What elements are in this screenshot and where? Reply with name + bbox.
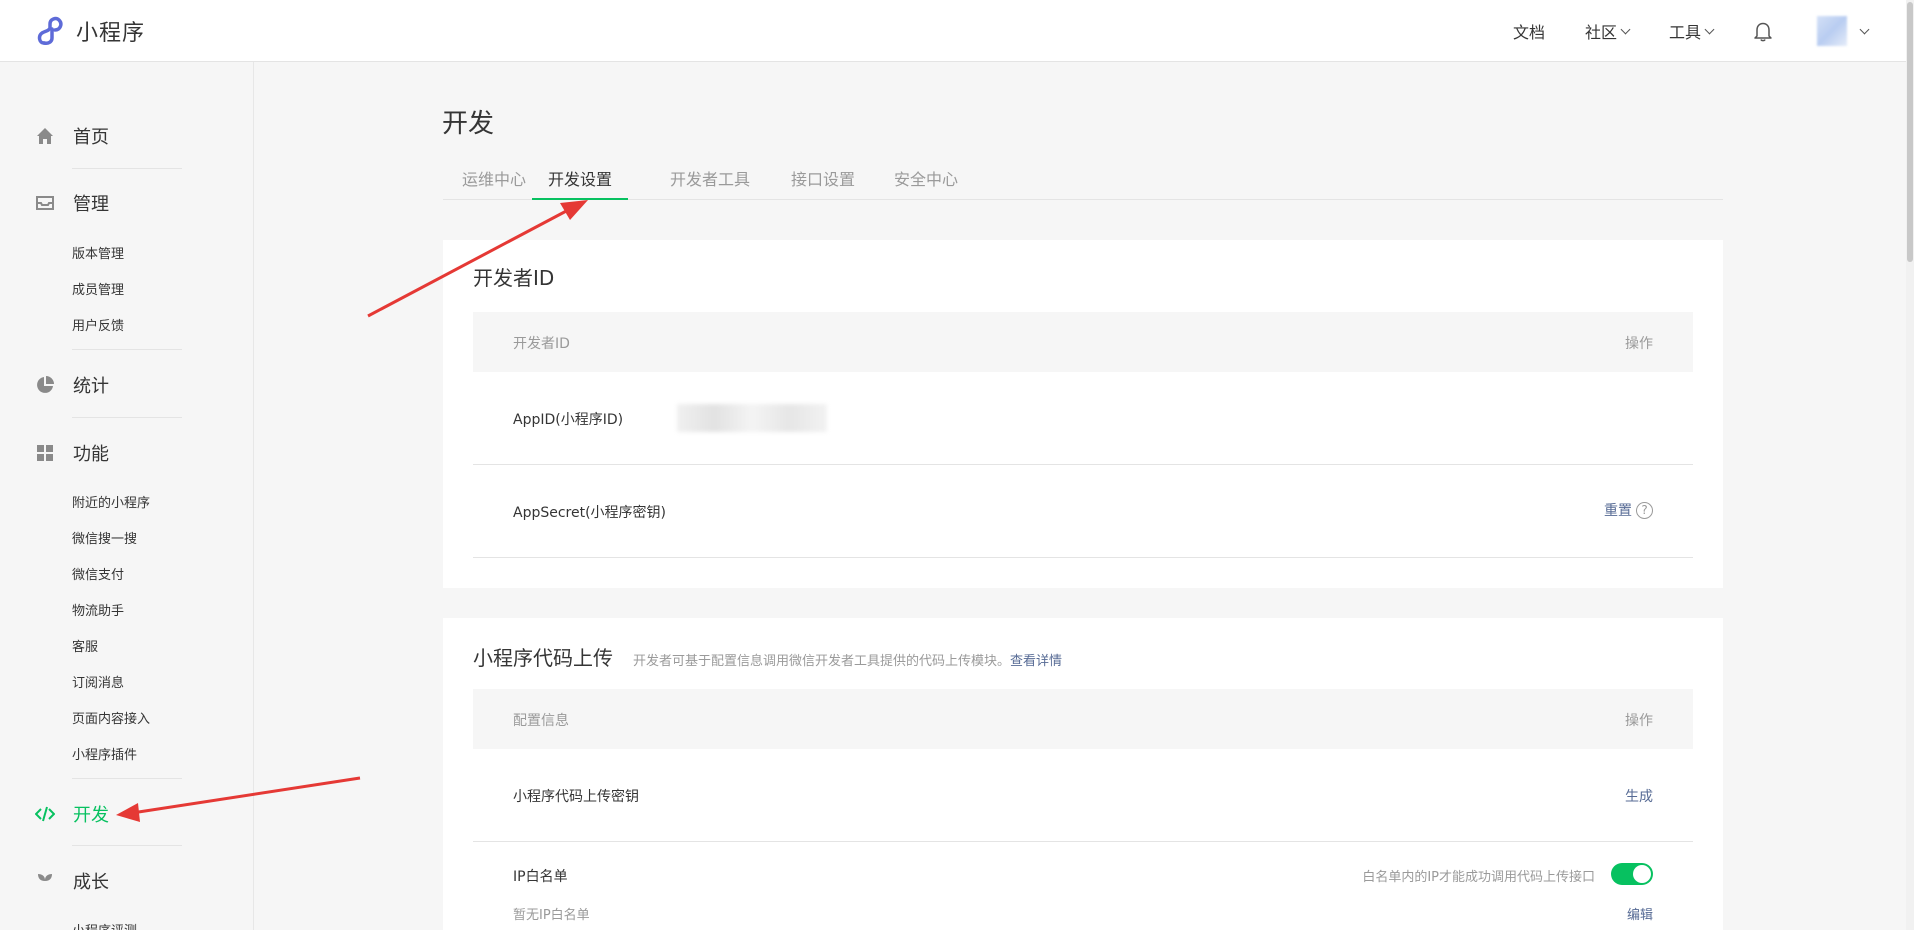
appid-label: AppID(小程序ID) (513, 412, 624, 428)
tab-dev-tools[interactable]: 开发者工具 (670, 166, 750, 200)
code-upload-card: 小程序代码上传 开发者可基于配置信息调用微信开发者工具提供的代码上传模块。 查看… (443, 618, 1723, 930)
sidebar-subitem[interactable]: 订阅消息 (72, 672, 124, 691)
chevron-down-icon (1704, 24, 1715, 34)
sidebar-item-label: 首页 (73, 127, 109, 148)
upload-key-label: 小程序代码上传密钥 (513, 789, 639, 805)
tab-bar: 运维中心 开发设置 开发者工具 接口设置 安全中心 (443, 166, 1723, 200)
sidebar-subitem[interactable]: 小程序插件 (72, 744, 137, 763)
edit-link[interactable]: 编辑 (1627, 904, 1653, 923)
sidebar-item-growth[interactable]: 成长 (35, 868, 109, 894)
card-title: 开发者ID (473, 266, 555, 290)
card-title: 小程序代码上传 (473, 646, 613, 670)
sidebar-item-label: 功能 (73, 444, 109, 465)
sidebar-item-label: 统计 (73, 376, 109, 397)
bell-icon[interactable] (1753, 20, 1773, 42)
generate-link[interactable]: 生成 (1625, 786, 1653, 806)
sidebar-subitem[interactable]: 客服 (72, 636, 98, 655)
divider (72, 778, 182, 779)
table-row: AppID(小程序ID) (473, 372, 1693, 465)
sidebar-item-label: 成长 (73, 872, 109, 893)
scrollbar[interactable] (1906, 0, 1914, 930)
card-description: 开发者可基于配置信息调用微信开发者工具提供的代码上传模块。 (633, 654, 1011, 669)
sidebar-item-home[interactable]: 首页 (35, 123, 109, 149)
page-title: 开发 (442, 109, 495, 139)
ip-whitelist-label: IP白名单 (513, 869, 568, 885)
avatar (1817, 16, 1847, 46)
account-menu[interactable] (1817, 16, 1870, 46)
ip-whitelist-hint: 白名单内的IP才能成功调用代码上传接口 (1362, 870, 1595, 885)
sidebar-subitem[interactable]: 页面内容接入 (72, 708, 150, 727)
manage-icon (35, 193, 55, 213)
sidebar-subitem[interactable]: 附近的小程序 (72, 492, 150, 511)
sidebar-subitem[interactable]: 微信支付 (72, 564, 124, 583)
chevron-down-icon (1620, 24, 1631, 34)
brand-name: 小程序 (76, 21, 146, 46)
developer-id-card: 开发者ID 开发者ID 操作 AppID(小程序ID) AppSecret(小程… (443, 240, 1723, 588)
sidebar-item-features[interactable]: 功能 (35, 440, 109, 466)
nav-tools-label: 工具 (1668, 23, 1701, 42)
sidebar-item-label: 开发 (73, 805, 109, 826)
scrollbar-thumb[interactable] (1907, 2, 1913, 262)
view-details-link[interactable]: 查看详情 (1010, 650, 1062, 669)
help-icon[interactable]: ? (1636, 501, 1653, 519)
column-header: 操作 (1625, 336, 1653, 352)
tab-api-settings[interactable]: 接口设置 (791, 166, 855, 200)
appid-value-redacted (677, 404, 827, 432)
divider (72, 349, 182, 350)
sidebar-subitem[interactable]: 成员管理 (72, 279, 124, 298)
table-row: IP白名单 暂无IP白名单 白名单内的IP才能成功调用代码上传接口 编辑 (473, 842, 1693, 930)
table-header: 开发者ID 操作 (473, 312, 1693, 372)
table-header: 配置信息 操作 (473, 689, 1693, 749)
nav-community[interactable]: 社区 (1584, 19, 1631, 43)
stats-icon (35, 375, 55, 395)
sidebar-subitem[interactable]: 微信搜一搜 (72, 528, 137, 547)
growth-icon (35, 871, 55, 891)
logo-icon (37, 16, 63, 45)
dev-icon (35, 804, 55, 824)
sidebar-item-label: 管理 (73, 194, 109, 215)
logo[interactable]: 小程序 (36, 15, 145, 47)
appsecret-label: AppSecret(小程序密钥) (513, 505, 667, 521)
sidebar-subitem[interactable]: 版本管理 (72, 243, 124, 262)
chevron-down-icon (1859, 24, 1870, 34)
nav-docs-label: 文档 (1512, 23, 1545, 42)
table-row: AppSecret(小程序密钥) 重置 ? (473, 465, 1693, 558)
tab-security-center[interactable]: 安全中心 (894, 166, 958, 200)
column-header: 开发者ID (513, 336, 570, 352)
sidebar-item-dev[interactable]: 开发 (35, 801, 109, 827)
nav-community-label: 社区 (1584, 23, 1617, 42)
features-icon (35, 443, 55, 463)
sidebar-subitem[interactable]: 物流助手 (72, 600, 124, 619)
tab-dev-settings[interactable]: 开发设置 (532, 166, 629, 200)
nav-tools[interactable]: 工具 (1668, 19, 1715, 43)
top-nav: 文档 社区 工具 (1513, 0, 1914, 62)
column-header: 配置信息 (513, 713, 569, 729)
reset-link[interactable]: 重置 (1604, 500, 1632, 520)
divider (72, 845, 182, 846)
sidebar: 首页 管理 版本管理 成员管理 用户反馈 统计 功能 附近的小程序 微信搜一搜 … (0, 62, 254, 930)
table-row: 小程序代码上传密钥 生成 (473, 749, 1693, 842)
sidebar-item-manage[interactable]: 管理 (35, 190, 109, 216)
sidebar-item-stats[interactable]: 统计 (35, 372, 109, 398)
nav-docs[interactable]: 文档 (1513, 19, 1545, 43)
ip-whitelist-toggle[interactable] (1611, 863, 1653, 885)
sidebar-subitem[interactable]: 小程序评测 (72, 920, 137, 930)
top-bar: 小程序 文档 社区 工具 (0, 0, 1914, 62)
tab-ops-center[interactable]: 运维中心 (462, 166, 526, 200)
divider (72, 168, 182, 169)
column-header: 操作 (1625, 713, 1653, 729)
divider (72, 417, 182, 418)
home-icon (35, 126, 55, 146)
sidebar-subitem[interactable]: 用户反馈 (72, 315, 124, 334)
ip-whitelist-empty: 暂无IP白名单 (513, 908, 590, 923)
